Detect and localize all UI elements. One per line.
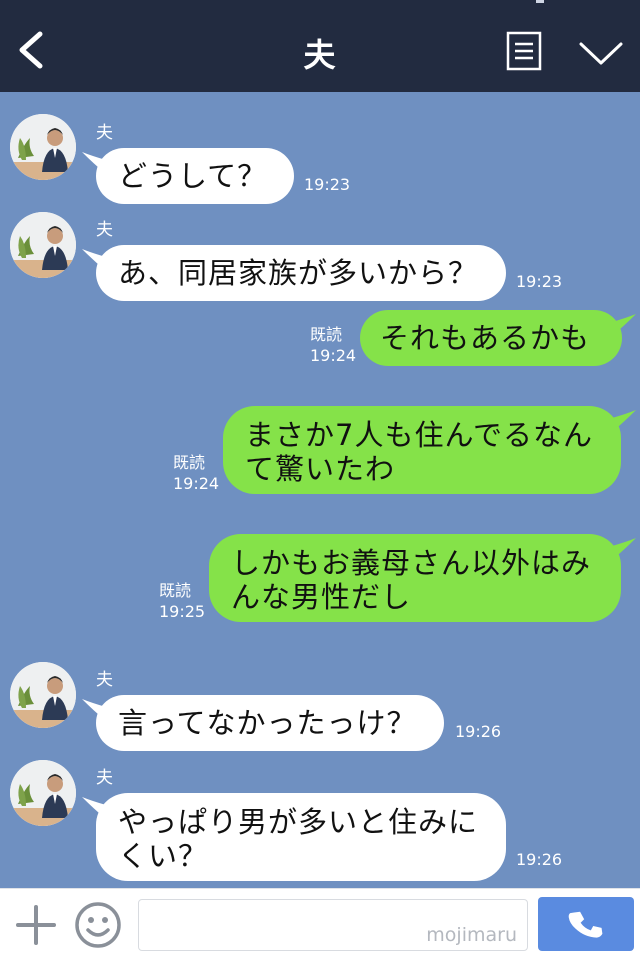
avatar[interactable] xyxy=(10,760,76,826)
read-receipt: 既読 19:25 xyxy=(159,580,205,622)
message-time: 19:23 xyxy=(516,272,563,291)
message-bubble[interactable]: まさか7人も住んでるなん て驚いたわ xyxy=(223,406,621,494)
sender-name: 夫 xyxy=(96,220,113,240)
avatar[interactable] xyxy=(10,662,76,728)
message-text: くい？ xyxy=(118,839,209,873)
bubble-tail xyxy=(612,314,636,336)
sender-name: 夫 xyxy=(96,123,113,143)
message-text: しかもお義母さん以外はみ xyxy=(231,546,592,580)
bubble-tail xyxy=(612,410,636,432)
husband-avatar-icon xyxy=(10,662,76,728)
read-label: 既読 xyxy=(173,453,206,472)
message-bubble[interactable]: それもあるかも xyxy=(360,310,622,366)
status-indicator xyxy=(536,0,544,3)
watermark: mojimaru xyxy=(426,924,517,946)
husband-avatar-icon xyxy=(10,114,76,180)
read-receipt: 既読 19:24 xyxy=(173,452,219,494)
message-time: 19:25 xyxy=(159,602,206,621)
message-time: 19:24 xyxy=(310,346,357,365)
message-text: どうして？ xyxy=(118,159,268,193)
message-bubble[interactable]: やっぱり男が多いと住みに くい？ xyxy=(96,793,506,881)
chat-title: 夫 xyxy=(303,36,337,74)
avatar[interactable] xyxy=(10,212,76,278)
message-time: 19:26 xyxy=(455,722,502,741)
read-label: 既読 xyxy=(159,581,192,600)
message-time: 19:26 xyxy=(516,850,563,869)
message-bubble[interactable]: どうして？ xyxy=(96,148,294,204)
message-bubble[interactable]: あ、同居家族が多いから？ xyxy=(96,245,506,301)
phone-icon xyxy=(568,911,603,938)
message-text: て驚いたわ xyxy=(245,452,396,486)
message-bubble[interactable]: 言ってなかったっけ？ xyxy=(96,695,444,751)
read-label: 既読 xyxy=(310,325,343,344)
message-bubble[interactable]: しかもお義母さん以外はみ んな男性だし xyxy=(209,534,621,622)
message-text: 言ってなかったっけ？ xyxy=(118,706,417,740)
message-text: まさか7人も住んでるなん xyxy=(245,418,594,452)
husband-avatar-icon xyxy=(10,212,76,278)
message-text: んな男性だし xyxy=(231,580,412,614)
list-icon[interactable] xyxy=(506,31,542,71)
sender-name: 夫 xyxy=(96,670,113,690)
read-receipt: 既読 19:24 xyxy=(310,324,356,366)
message-text: それもあるかも xyxy=(380,321,591,355)
message-time: 19:24 xyxy=(173,474,220,493)
chevron-down-icon[interactable] xyxy=(578,38,624,68)
message-time: 19:23 xyxy=(304,175,351,194)
husband-avatar-icon xyxy=(10,760,76,826)
bubble-tail xyxy=(612,538,636,560)
avatar[interactable] xyxy=(10,114,76,180)
plus-icon[interactable] xyxy=(14,903,58,947)
message-text: やっぱり男が多いと住みに xyxy=(118,805,479,839)
call-button[interactable] xyxy=(538,897,634,951)
input-bar: mojimaru xyxy=(0,888,640,961)
smiley-icon[interactable] xyxy=(74,901,122,949)
message-input[interactable]: mojimaru xyxy=(138,899,528,951)
chat-header: 夫 xyxy=(0,0,640,92)
sender-name: 夫 xyxy=(96,768,113,788)
message-text: あ、同居家族が多いから？ xyxy=(118,256,479,290)
